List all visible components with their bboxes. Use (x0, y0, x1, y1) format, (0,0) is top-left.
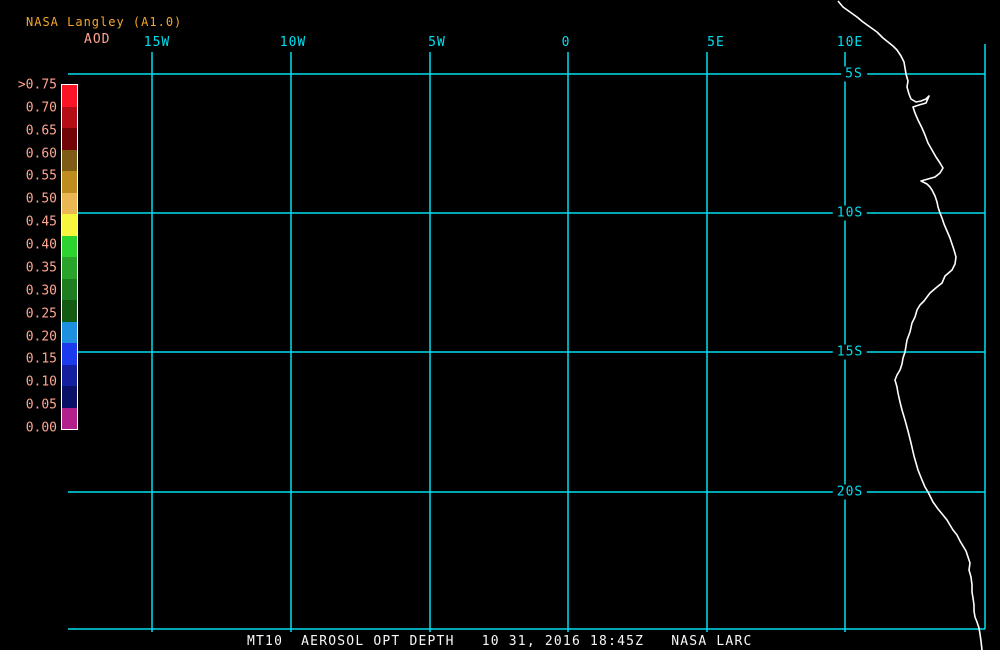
colorbar-label: 0.60 (25, 146, 57, 162)
lat-label: 15S (832, 344, 868, 360)
lat-label: 10S (832, 205, 868, 221)
colorbar-block (62, 407, 77, 429)
colorbar-label: 0.70 (25, 100, 57, 116)
colorbar-block (62, 235, 77, 257)
colorbar-label: 0.55 (25, 168, 57, 184)
colorbar-block (62, 257, 77, 279)
colorbar-block (62, 364, 77, 386)
colorbar-label: 0.30 (25, 283, 57, 299)
colorbar-label: 0.05 (25, 397, 57, 413)
colorbar-block (62, 321, 77, 343)
colorbar-block (62, 343, 77, 365)
colorbar-block (62, 171, 77, 193)
lat-label: 20S (832, 484, 868, 500)
colorbar-label: 0.45 (25, 214, 57, 230)
colorbar-label: 0.40 (25, 237, 57, 253)
colorbar-label: 0.00 (25, 420, 57, 436)
lon-label: 10W (279, 35, 307, 50)
colorbar-label: 0.65 (25, 123, 57, 139)
colorbar-label: >0.75 (17, 77, 57, 93)
colorbar-block (62, 214, 77, 236)
lon-label: 15W (143, 35, 171, 50)
colorbar-block (62, 386, 77, 408)
colorbar-label: 0.50 (25, 191, 57, 207)
colorbar-label: 0.15 (25, 351, 57, 367)
colorbar-block (62, 149, 77, 171)
aod-map-viewer: NASA Langley (A1.0) AOD 15W 10W 5W 0 5E 10E 5… (0, 0, 1000, 650)
map-svg (68, 0, 986, 650)
colorbar-block (62, 192, 77, 214)
lon-label: 5E (707, 35, 725, 50)
colorbar-scale (61, 84, 78, 430)
colorbar-block (62, 300, 77, 322)
coastline-path (837, 0, 983, 650)
colorbar-label: 0.20 (25, 329, 57, 345)
footer-caption: MT10 AEROSOL OPT DEPTH 10 31, 2016 18:45… (247, 634, 753, 649)
lon-label: 0 (561, 35, 571, 50)
colorbar-label: 0.10 (25, 374, 57, 390)
lat-label: 5S (841, 66, 867, 82)
colorbar-block (62, 128, 77, 150)
colorbar-label: 0.25 (25, 306, 57, 322)
colorbar-block (62, 106, 77, 128)
lon-label: 5W (428, 35, 446, 50)
lon-label: 10E (836, 35, 864, 50)
colorbar-label: 0.35 (25, 260, 57, 276)
colorbar-block (62, 278, 77, 300)
colorbar-block (62, 85, 77, 107)
